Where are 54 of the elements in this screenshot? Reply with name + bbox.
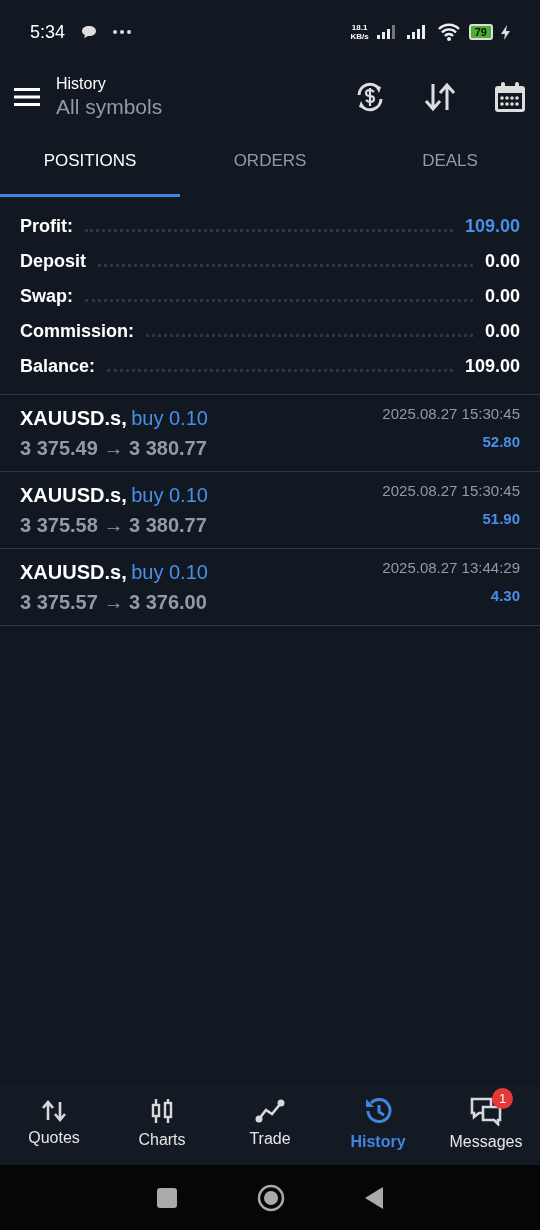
summary-label: Balance: [20,354,96,378]
summary-label: Profit: [20,214,73,238]
position-symbol: XAUUSD.s, [20,560,127,583]
notification-count: 1 [492,1088,513,1109]
position-symbol: XAUUSD.s, [20,483,127,506]
wifi-icon [436,23,461,41]
battery-level: 79 [468,24,493,40]
summary-value: 109.00 [464,214,520,238]
back-icon[interactable] [365,1186,383,1209]
candlestick-icon [150,1098,174,1124]
arrows-icon [42,1100,66,1122]
tab[interactable]: POSITIONS [0,130,180,197]
nav-tab[interactable]: History [324,1085,432,1165]
position-time: 2025.08.27 15:30:45 [382,403,520,424]
symbol-filter[interactable]: All symbols [56,94,163,120]
menu-icon[interactable] [14,87,40,107]
position-side: buy 0.10 [131,560,208,583]
position-profit: 51.90 [481,509,520,529]
position-side: buy 0.10 [131,483,208,506]
network-speed-unit: KB/s [350,32,369,41]
line-chart-icon [255,1099,285,1123]
sort-icon[interactable] [424,82,456,112]
nav-tab[interactable]: Messages 1 [432,1085,540,1165]
nav-tab[interactable]: Trade [216,1085,324,1165]
charging-icon [501,24,510,40]
summary-label: Swap: [20,284,73,308]
home-icon[interactable] [257,1183,285,1212]
network-speed: 18.1 [350,23,369,32]
recents-icon[interactable] [157,1187,177,1208]
calendar-icon[interactable] [494,81,526,113]
position-profit: 52.80 [481,432,520,452]
summary-value: 109.00 [464,354,520,378]
clock-time: 5:34 [30,20,66,44]
summary-label: Deposit [20,249,86,273]
position-side: buy 0.10 [131,406,208,429]
nav-tab[interactable]: Quotes [0,1085,108,1165]
position-profit: 4.30 [489,586,520,606]
summary-value: 0.00 [484,249,520,273]
position-symbol: XAUUSD.s, [20,406,127,429]
position-time: 2025.08.27 15:30:45 [382,480,520,501]
screen-title: History [56,74,107,94]
summary-label: Commission: [20,319,134,343]
chat-bubble-icon [81,25,98,39]
summary-value: 0.00 [484,319,520,343]
position-prices: 3 375.49 → 3 380.77 [20,435,208,461]
summary-value: 0.00 [484,284,520,308]
history-icon [363,1096,393,1126]
nav-tab[interactable]: Charts [108,1085,216,1165]
position-prices: 3 375.58 → 3 380.77 [20,512,208,538]
tab[interactable]: DEALS [360,130,540,197]
position-prices: 3 375.57 → 3 376.00 [20,589,208,615]
tab[interactable]: ORDERS [180,130,360,197]
more-icon [113,30,132,34]
position-time: 2025.08.27 13:44:29 [382,557,520,578]
